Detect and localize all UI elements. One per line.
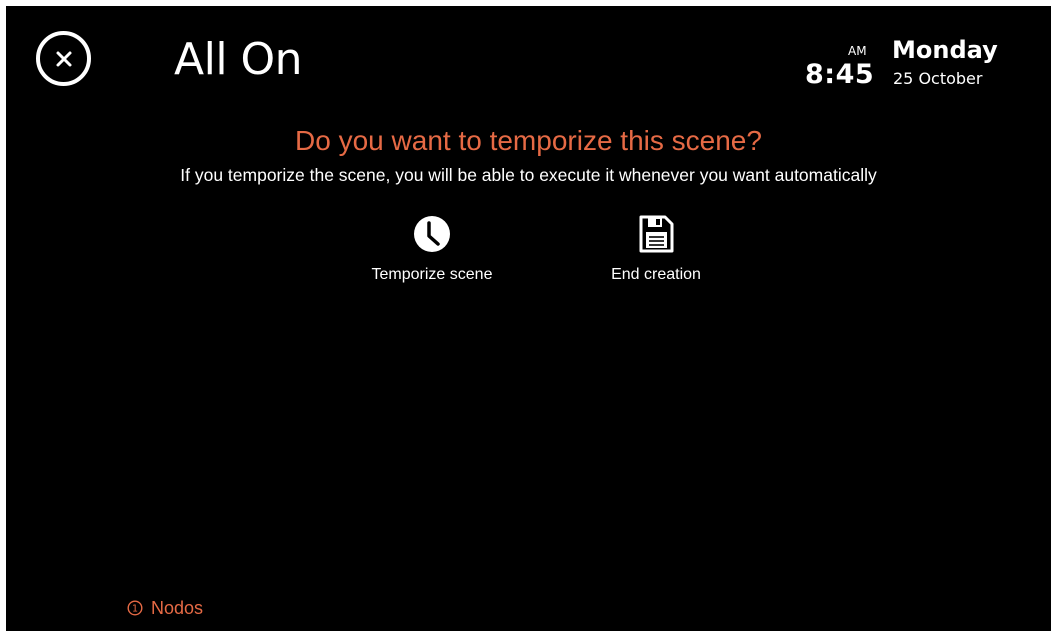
page-title: All On bbox=[174, 34, 303, 85]
end-creation-label: End creation bbox=[611, 266, 701, 283]
prompt-description: If you temporize the scene, you will be … bbox=[180, 165, 877, 185]
nodos-label: Nodos bbox=[151, 598, 204, 618]
close-button[interactable] bbox=[36, 31, 91, 86]
clock-date: 25 October bbox=[893, 69, 983, 88]
svg-text:1: 1 bbox=[132, 604, 138, 615]
scene-screen: All On AM 8:45 Monday 25 October Do you … bbox=[6, 6, 1051, 631]
prompt-question: Do you want to temporize this scene? bbox=[295, 125, 762, 156]
clock-icon bbox=[414, 216, 450, 252]
temporize-scene-button[interactable]: Temporize scene bbox=[342, 213, 522, 285]
clock-time: 8:45 bbox=[805, 59, 875, 90]
save-icon bbox=[639, 215, 674, 253]
clock-day: Monday bbox=[892, 36, 998, 64]
end-creation-button[interactable]: End creation bbox=[566, 213, 746, 285]
clock-ampm: AM bbox=[848, 44, 867, 58]
info-icon: 1 bbox=[127, 600, 143, 616]
close-icon bbox=[56, 51, 71, 66]
nodos-link[interactable]: 1 Nodos bbox=[127, 597, 203, 619]
temporize-scene-label: Temporize scene bbox=[371, 266, 493, 283]
